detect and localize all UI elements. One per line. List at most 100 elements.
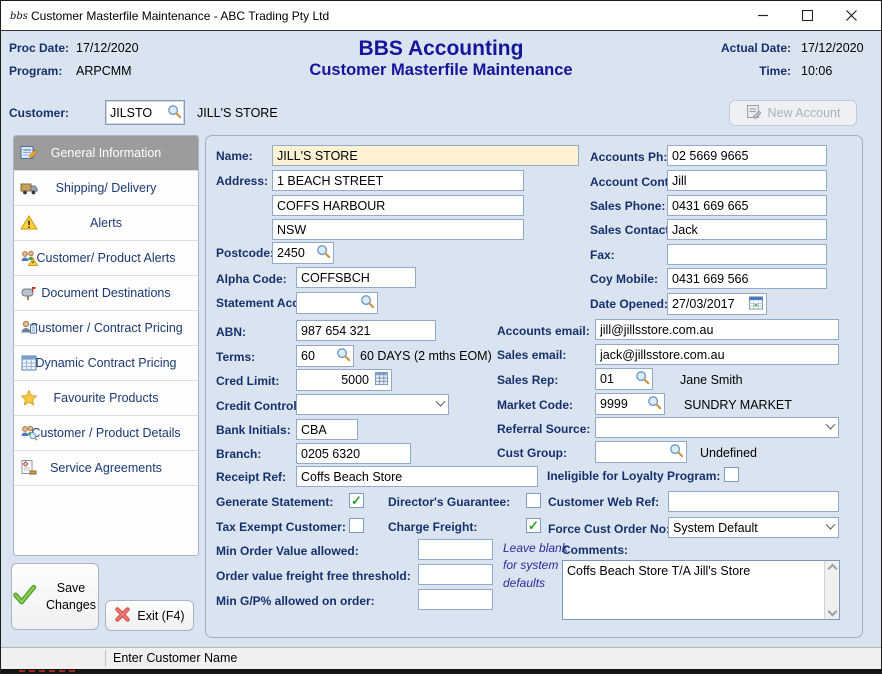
- customer-web-ref-label: Customer Web Ref:: [548, 495, 659, 509]
- comments-field[interactable]: Coffs Beach Store T/A Jill's Store: [562, 560, 840, 620]
- truck-icon: [20, 179, 38, 200]
- postcode-field[interactable]: 2450: [272, 242, 334, 264]
- min-gp-field[interactable]: [418, 589, 493, 610]
- referral-source-select[interactable]: [595, 417, 839, 438]
- credit-control-select[interactable]: [296, 394, 449, 415]
- force-cust-order-select[interactable]: System Default: [668, 517, 839, 538]
- tax-exempt-checkbox[interactable]: [349, 518, 364, 533]
- statement-acc-field[interactable]: [296, 292, 378, 314]
- customer-code-value: JILSTO: [110, 106, 152, 120]
- cred-limit-field[interactable]: 5000: [296, 369, 392, 391]
- tax-exempt-label: Tax Exempt Customer:: [216, 520, 346, 534]
- scroll-up-icon[interactable]: [827, 564, 837, 574]
- directors-guarantee-checkbox[interactable]: [526, 493, 541, 508]
- customer-code-field[interactable]: JILSTO: [105, 100, 185, 125]
- address-label: Address:: [216, 174, 268, 188]
- statement-acc-label: Statement Acc:: [216, 296, 303, 310]
- title-bar: bbs Customer Masterfile Maintenance - AB…: [1, 1, 881, 31]
- cust-group-name: Undefined: [700, 446, 757, 460]
- background-window-fragment: [19, 670, 79, 672]
- exit-button[interactable]: Exit (F4): [105, 600, 194, 631]
- star-icon: [20, 389, 38, 410]
- alpha-code-field[interactable]: [296, 267, 416, 288]
- coy-mobile-label: Coy Mobile:: [590, 272, 658, 286]
- search-icon[interactable]: [647, 395, 662, 413]
- terms-description: 60 DAYS (2 mths EOM): [360, 349, 492, 363]
- new-account-icon: [746, 104, 762, 123]
- customer-web-ref-field[interactable]: [668, 491, 839, 512]
- sidebar-item-dynamic-contract-pricing[interactable]: Dynamic Contract Pricing: [14, 346, 198, 381]
- sidebar-item-label: Shipping/ Delivery: [56, 181, 157, 195]
- sidebar-item-general-information[interactable]: General Information: [14, 136, 198, 171]
- branch-field[interactable]: [296, 443, 411, 464]
- ineligible-loyalty-checkbox[interactable]: [724, 467, 739, 482]
- referral-source-label: Referral Source:: [497, 422, 590, 436]
- maximize-icon[interactable]: [785, 1, 829, 30]
- sales-contact-label: Sales Contact:: [590, 223, 673, 237]
- address2-field[interactable]: [272, 195, 524, 216]
- market-code-field[interactable]: 9999: [595, 393, 665, 415]
- sidebar-item-customer-contract-pricing[interactable]: Customer / Contract Pricing: [14, 311, 198, 346]
- sidebar-item-service-agreements[interactable]: Service Agreements: [14, 451, 198, 486]
- accounts-email-field[interactable]: [595, 319, 839, 340]
- address1-field[interactable]: [272, 170, 524, 191]
- new-account-button[interactable]: New Account: [729, 100, 857, 126]
- sales-email-field[interactable]: [595, 344, 839, 365]
- search-icon[interactable]: [360, 294, 375, 312]
- calculator-icon[interactable]: [374, 371, 389, 389]
- sales-contact-field[interactable]: [667, 219, 827, 240]
- name-field[interactable]: [272, 145, 579, 166]
- min-order-field[interactable]: [418, 539, 493, 560]
- sidebar-item-alerts[interactable]: Alerts: [14, 206, 198, 241]
- name-label: Name:: [216, 149, 253, 163]
- people-search-icon: [20, 424, 38, 445]
- sidebar-item-favourite-products[interactable]: Favourite Products: [14, 381, 198, 416]
- bbs-logo-icon: bbs: [10, 7, 28, 29]
- accounts-ph-field[interactable]: [667, 145, 827, 166]
- charge-freight-checkbox[interactable]: [526, 518, 541, 533]
- sidebar-item-document-destinations[interactable]: Document Destinations: [14, 276, 198, 311]
- min-gp-label: Min G/P% allowed on order:: [216, 594, 375, 608]
- search-icon[interactable]: [669, 443, 684, 461]
- people-warning-icon: [20, 249, 38, 270]
- sales-phone-field[interactable]: [667, 195, 827, 216]
- save-changes-button[interactable]: Save Changes: [11, 563, 99, 630]
- force-cust-order-value: System Default: [673, 521, 758, 535]
- search-icon[interactable]: [336, 347, 351, 365]
- minimize-icon[interactable]: [741, 1, 785, 30]
- status-text: Enter Customer Name: [113, 651, 237, 665]
- sidebar: General Information Shipping/ Delivery A…: [13, 135, 199, 556]
- fax-field[interactable]: [667, 244, 827, 265]
- scroll-down-icon[interactable]: [827, 607, 837, 617]
- cust-group-field[interactable]: [595, 441, 687, 463]
- sales-rep-field[interactable]: 01: [595, 368, 653, 390]
- address3-field[interactable]: [272, 219, 524, 240]
- force-cust-order-label: Force Cust Order No:: [548, 522, 670, 536]
- cred-limit-value: 5000: [301, 373, 374, 387]
- close-icon[interactable]: [829, 1, 873, 30]
- account-cont-field[interactable]: [667, 170, 827, 191]
- freight-free-field[interactable]: [418, 564, 493, 585]
- sales-rep-label: Sales Rep:: [497, 373, 558, 387]
- bank-initials-field[interactable]: [296, 419, 358, 440]
- market-code-name: SUNDRY MARKET: [684, 398, 792, 412]
- chevron-down-icon: [826, 420, 836, 430]
- generate-statement-checkbox[interactable]: [349, 493, 364, 508]
- app-window: bbs Customer Masterfile Maintenance - AB…: [0, 0, 882, 674]
- coy-mobile-field[interactable]: [667, 268, 827, 289]
- date-opened-field[interactable]: 27/03/2017: [667, 293, 767, 315]
- comments-scrollbar[interactable]: [824, 561, 839, 619]
- calendar-icon[interactable]: [748, 295, 764, 313]
- sidebar-item-customer-product-alerts[interactable]: Customer/ Product Alerts: [14, 241, 198, 276]
- search-icon[interactable]: [316, 244, 331, 262]
- sidebar-item-customer-product-details[interactable]: Customer / Product Details: [14, 416, 198, 451]
- search-icon[interactable]: [167, 104, 182, 122]
- sidebar-item-shipping-delivery[interactable]: Shipping/ Delivery: [14, 171, 198, 206]
- form-edit-icon: [20, 144, 38, 165]
- abn-field[interactable]: [296, 320, 436, 341]
- receipt-ref-field[interactable]: [296, 466, 538, 487]
- alpha-code-label: Alpha Code:: [216, 272, 287, 286]
- terms-field[interactable]: 60: [296, 345, 354, 367]
- search-icon[interactable]: [635, 370, 650, 388]
- market-code-label: Market Code:: [497, 398, 573, 412]
